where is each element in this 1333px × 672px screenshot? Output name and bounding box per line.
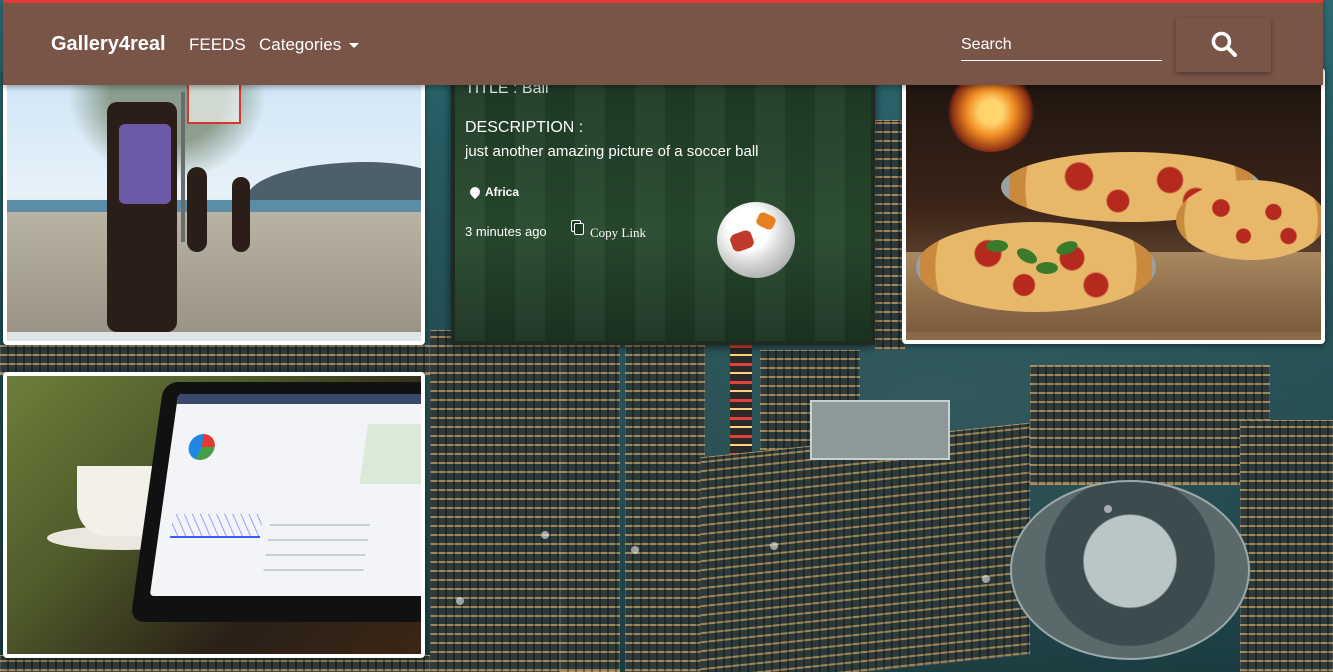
time-ago: 3 minutes ago: [465, 224, 547, 239]
search-icon: [1211, 31, 1237, 57]
categories-label: Categories: [259, 35, 342, 54]
soccer-ball: [717, 202, 795, 278]
tablet-photo: [7, 376, 421, 654]
photo-description: just another amazing picture of a soccer…: [465, 143, 759, 160]
pizza-photo: [906, 72, 1321, 340]
nav-categories-dropdown[interactable]: Categories: [259, 35, 360, 55]
copy-link-button[interactable]: Copy Link: [590, 225, 646, 241]
map-pin-icon: [467, 184, 483, 200]
copy-icon[interactable]: [571, 220, 585, 236]
brand-logo[interactable]: Gallery4real: [51, 33, 166, 56]
description-label: DESCRIPTION :: [465, 119, 584, 136]
photo-card-pizza[interactable]: [902, 68, 1325, 344]
photo-card-basketball[interactable]: [3, 68, 425, 345]
featured-photo-card[interactable]: TITLE : Ball DESCRIPTION : just another …: [451, 68, 875, 345]
photo-card-tablet[interactable]: [3, 372, 425, 658]
soccer-ball-photo: TITLE : Ball DESCRIPTION : just another …: [455, 72, 871, 341]
search-input[interactable]: [961, 29, 1162, 61]
search-button[interactable]: [1176, 18, 1271, 72]
location-label: Africa: [485, 185, 520, 199]
basketball-photo: [7, 72, 421, 341]
top-navbar: Gallery4real FEEDS Categories: [3, 0, 1323, 85]
nav-feeds-link[interactable]: FEEDS: [189, 35, 246, 55]
caret-down-icon: [349, 43, 360, 49]
